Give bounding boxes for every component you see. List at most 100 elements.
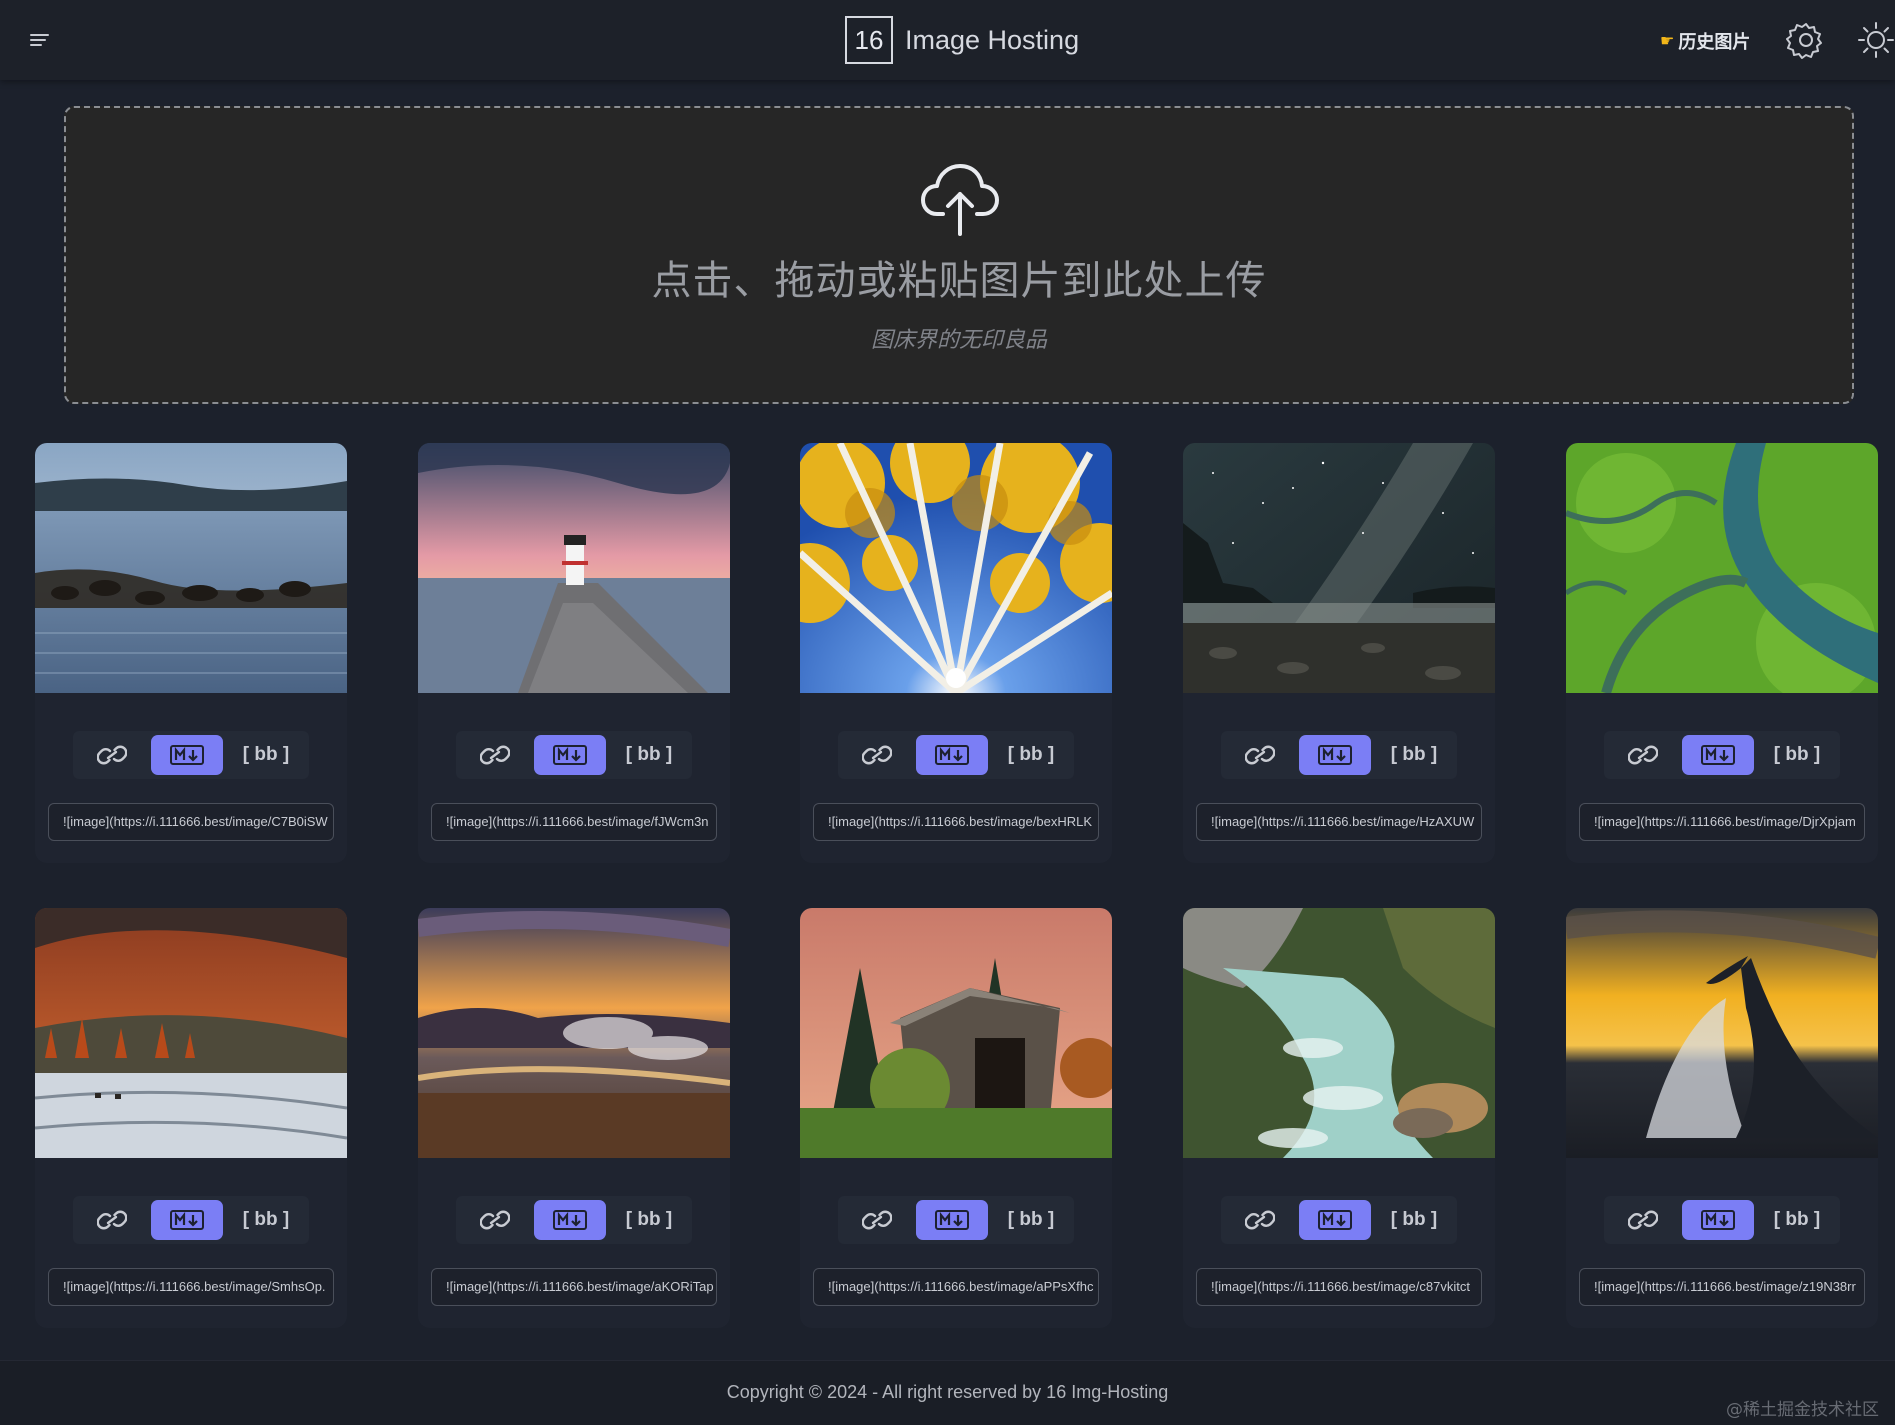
watermark: @稀土掘金技术社区	[1726, 1400, 1879, 1420]
copy-link-button[interactable]	[1221, 1196, 1299, 1244]
image-card: [ bb ] ![image](https://i.111666.best/im…	[1183, 908, 1495, 1328]
copy-markdown-button[interactable]	[151, 735, 223, 775]
image-url-field[interactable]: ![image](https://i.111666.best/image/bex…	[813, 803, 1099, 841]
image-thumbnail[interactable]	[1566, 908, 1878, 1158]
copy-bbcode-button[interactable]: [ bb ]	[988, 731, 1074, 779]
gear-icon[interactable]	[1786, 20, 1826, 60]
image-thumbnail[interactable]	[35, 908, 347, 1158]
image-card: [ bb ] ![image](https://i.111666.best/im…	[35, 908, 347, 1328]
link-icon	[1245, 1210, 1275, 1230]
copy-bbcode-button[interactable]: [ bb ]	[988, 1196, 1074, 1244]
image-url-field[interactable]: ![image](https://i.111666.best/image/Djr…	[1579, 803, 1865, 841]
copy-format-buttons: [ bb ]	[456, 1196, 692, 1244]
copy-link-button[interactable]	[456, 731, 534, 779]
copy-link-button[interactable]	[73, 731, 151, 779]
copy-bbcode-button[interactable]: [ bb ]	[606, 1196, 692, 1244]
image-card: [ bb ] ![image](https://i.111666.best/im…	[1566, 908, 1878, 1328]
image-url-field[interactable]: ![image](https://i.111666.best/image/c87…	[1196, 1268, 1482, 1306]
top-navbar: 16 Image Hosting ☛ 历史图片	[0, 0, 1895, 80]
link-icon	[1245, 745, 1275, 765]
copy-bbcode-button[interactable]: [ bb ]	[223, 1196, 309, 1244]
copy-format-buttons: [ bb ]	[1221, 1196, 1457, 1244]
copy-link-button[interactable]	[456, 1196, 534, 1244]
copy-markdown-button[interactable]	[151, 1200, 223, 1240]
markdown-icon	[170, 745, 204, 765]
copy-format-buttons: [ bb ]	[1604, 731, 1840, 779]
upload-dropzone[interactable]: 点击、拖动或粘贴图片到此处上传 图床界的无印良品	[64, 106, 1854, 404]
copy-bbcode-button[interactable]: [ bb ]	[223, 731, 309, 779]
copy-bbcode-button[interactable]: [ bb ]	[1754, 731, 1840, 779]
history-label: 历史图片	[1678, 32, 1751, 52]
copy-markdown-button[interactable]	[916, 1200, 988, 1240]
markdown-icon	[553, 1210, 587, 1230]
copy-markdown-button[interactable]	[534, 735, 606, 775]
image-url-field[interactable]: ![image](https://i.111666.best/image/C7B…	[48, 803, 334, 841]
markdown-icon	[553, 745, 587, 765]
image-thumbnail[interactable]	[1566, 443, 1878, 693]
copy-markdown-button[interactable]	[1299, 735, 1371, 775]
image-thumbnail[interactable]	[800, 908, 1112, 1158]
image-url-field[interactable]: ![image](https://i.111666.best/image/aKO…	[431, 1268, 717, 1306]
copy-bbcode-button[interactable]: [ bb ]	[1371, 731, 1457, 779]
copy-markdown-button[interactable]	[1682, 1200, 1754, 1240]
copy-bbcode-button[interactable]: [ bb ]	[606, 731, 692, 779]
image-card: [ bb ] ![image](https://i.111666.best/im…	[1183, 443, 1495, 863]
copy-link-button[interactable]	[1221, 731, 1299, 779]
link-icon	[1628, 1210, 1658, 1230]
copy-link-button[interactable]	[1604, 731, 1682, 779]
image-url-field[interactable]: ![image](https://i.111666.best/image/fJW…	[431, 803, 717, 841]
image-thumbnail[interactable]	[35, 443, 347, 693]
link-icon	[480, 1210, 510, 1230]
markdown-icon	[1701, 745, 1735, 765]
copy-format-buttons: [ bb ]	[838, 731, 1074, 779]
image-url-field[interactable]: ![image](https://i.111666.best/image/Smh…	[48, 1268, 334, 1306]
markdown-icon	[1701, 1210, 1735, 1230]
copy-bbcode-button[interactable]: [ bb ]	[1754, 1196, 1840, 1244]
copy-markdown-button[interactable]	[916, 735, 988, 775]
image-thumbnail[interactable]	[418, 443, 730, 693]
upload-title: 点击、拖动或粘贴图片到此处上传	[651, 259, 1267, 303]
cloud-upload-icon	[919, 162, 1001, 236]
image-url-field[interactable]: ![image](https://i.111666.best/image/HzA…	[1196, 803, 1482, 841]
copy-link-button[interactable]	[73, 1196, 151, 1244]
image-card: [ bb ] ![image](https://i.111666.best/im…	[35, 443, 347, 863]
copy-format-buttons: [ bb ]	[73, 731, 309, 779]
image-card: [ bb ] ![image](https://i.111666.best/im…	[1566, 443, 1878, 863]
image-thumbnail[interactable]	[418, 908, 730, 1158]
footer: Copyright © 2024 - All right reserved by…	[0, 1361, 1895, 1425]
copy-markdown-button[interactable]	[534, 1200, 606, 1240]
copy-link-button[interactable]	[838, 1196, 916, 1244]
markdown-icon	[1318, 1210, 1352, 1230]
image-card: [ bb ] ![image](https://i.111666.best/im…	[418, 908, 730, 1328]
link-icon	[862, 1210, 892, 1230]
image-thumbnail[interactable]	[1183, 908, 1495, 1158]
copy-link-button[interactable]	[1604, 1196, 1682, 1244]
image-card: [ bb ] ![image](https://i.111666.best/im…	[418, 443, 730, 863]
copy-markdown-button[interactable]	[1299, 1200, 1371, 1240]
markdown-icon	[935, 1210, 969, 1230]
brand[interactable]: 16 Image Hosting	[845, 16, 1079, 64]
copy-markdown-button[interactable]	[1682, 735, 1754, 775]
link-icon	[97, 1210, 127, 1230]
copy-format-buttons: [ bb ]	[456, 731, 692, 779]
copyright-text: Copyright © 2024 - All right reserved by…	[726, 1382, 1169, 1402]
sun-icon[interactable]	[1856, 20, 1895, 60]
copy-format-buttons: [ bb ]	[838, 1196, 1074, 1244]
copy-link-button[interactable]	[838, 731, 916, 779]
link-icon	[480, 745, 510, 765]
image-thumbnail[interactable]	[1183, 443, 1495, 693]
copy-format-buttons: [ bb ]	[1221, 731, 1457, 779]
markdown-icon	[1318, 745, 1352, 765]
copy-bbcode-button[interactable]: [ bb ]	[1371, 1196, 1457, 1244]
image-card: [ bb ] ![image](https://i.111666.best/im…	[800, 443, 1112, 863]
history-images-link[interactable]: ☛ 历史图片	[1660, 28, 1750, 54]
image-url-field[interactable]: ![image](https://i.111666.best/image/z19…	[1579, 1268, 1865, 1306]
menu-icon[interactable]	[28, 28, 52, 52]
upload-subtitle: 图床界的无印良品	[870, 327, 1047, 352]
copy-format-buttons: [ bb ]	[1604, 1196, 1840, 1244]
markdown-icon	[170, 1210, 204, 1230]
image-thumbnail[interactable]	[800, 443, 1112, 693]
link-icon	[1628, 745, 1658, 765]
image-url-field[interactable]: ![image](https://i.111666.best/image/aPP…	[813, 1268, 1099, 1306]
link-icon	[97, 745, 127, 765]
